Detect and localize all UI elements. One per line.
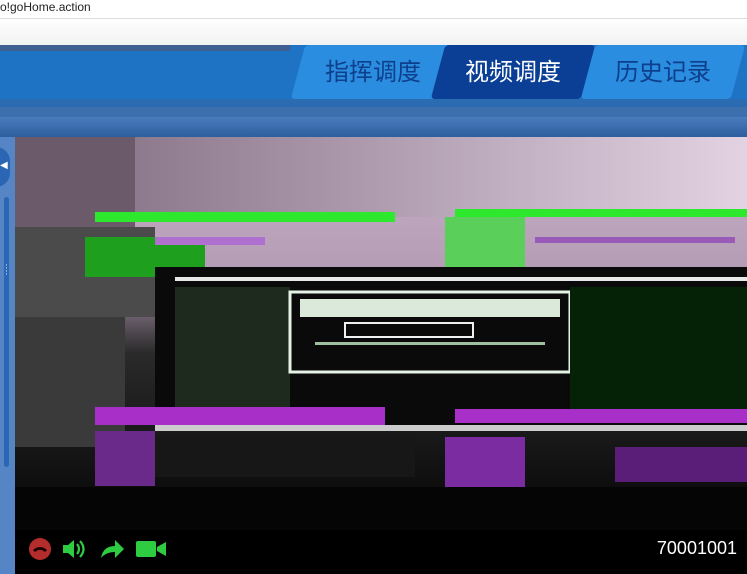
- main-tabs: 指挥调度 视频调度 历史记录: [288, 45, 747, 99]
- browser-address-bar[interactable]: o!goHome.action: [0, 0, 747, 19]
- video-camera-icon[interactable]: [135, 536, 167, 562]
- address-text: o!goHome.action: [0, 0, 91, 14]
- video-control-bar: 70001001: [15, 530, 747, 574]
- panel-resize-handle[interactable]: [4, 197, 9, 467]
- video-stream[interactable]: [15, 137, 747, 530]
- browser-toolbar-gap: [0, 19, 747, 45]
- header-top-stripe: [0, 45, 290, 51]
- tab-history[interactable]: 历史记录: [580, 45, 746, 99]
- grip-dots-icon: · · · ·: [5, 261, 8, 280]
- forward-icon[interactable]: [99, 536, 125, 562]
- video-frame: [15, 137, 747, 530]
- tab-label: 历史记录: [615, 58, 711, 86]
- speaker-icon[interactable]: [61, 536, 87, 562]
- left-panel-rail: ◀ · · · ·: [0, 137, 15, 574]
- app-header: 指挥调度 视频调度 历史记录: [0, 45, 747, 107]
- tab-command-dispatch[interactable]: 指挥调度: [290, 45, 456, 99]
- tab-label: 指挥调度: [325, 58, 421, 86]
- chevron-left-icon: ◀: [0, 160, 8, 171]
- sub-header-band: [0, 107, 747, 137]
- header-bottom-border: [0, 99, 747, 107]
- device-id-label: 70001001: [656, 538, 737, 558]
- tab-video-dispatch[interactable]: 视频调度: [430, 45, 596, 99]
- tab-label: 视频调度: [465, 58, 561, 86]
- hangup-icon[interactable]: [27, 536, 53, 562]
- panel-collapse-button[interactable]: ◀: [0, 147, 10, 187]
